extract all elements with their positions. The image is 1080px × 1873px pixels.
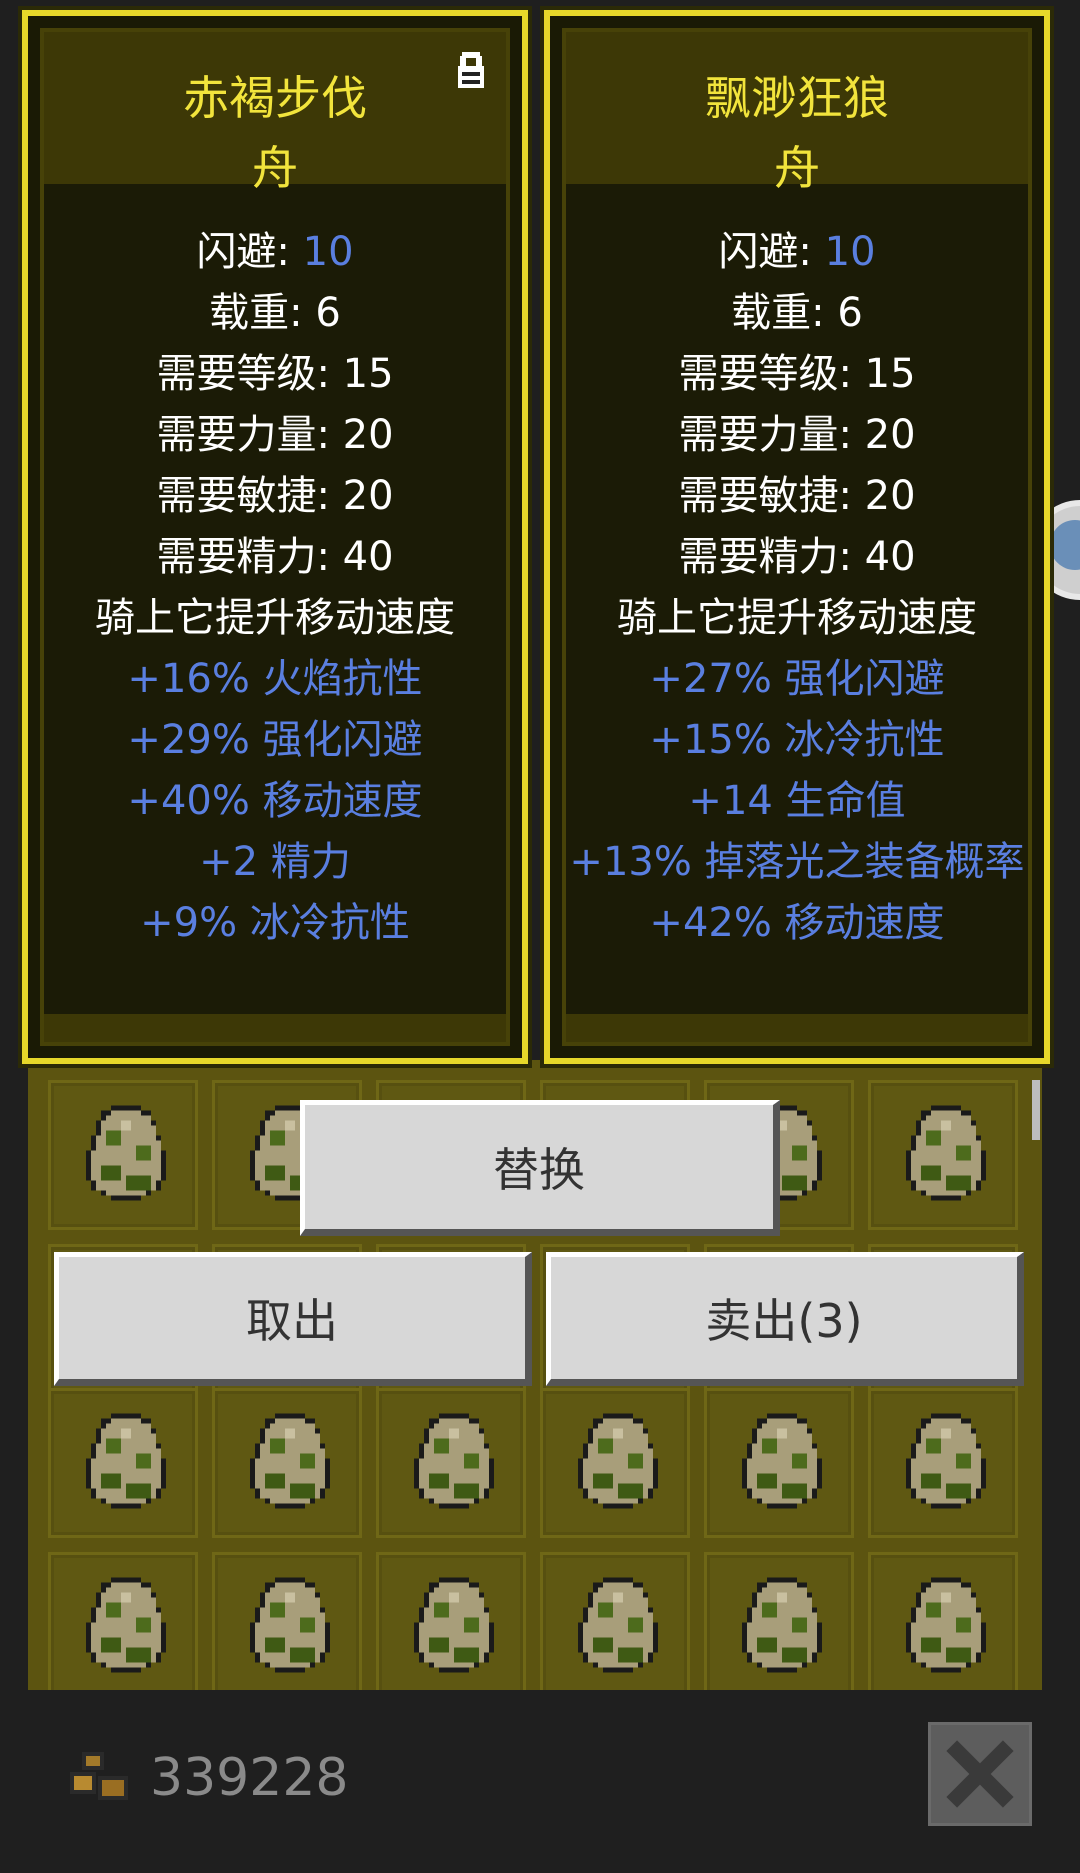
egg-icon xyxy=(578,1413,658,1509)
stat-line: 需要精力: 40 xyxy=(566,527,1028,588)
egg-icon xyxy=(906,1105,986,1201)
inventory-slot[interactable] xyxy=(704,1388,854,1538)
stat-line: 载重: 6 xyxy=(44,283,506,344)
inventory-slot[interactable] xyxy=(48,1080,198,1230)
inventory-slot[interactable] xyxy=(212,1552,362,1690)
replace-button[interactable]: 替换 xyxy=(300,1100,780,1236)
stat-label: 需要等级: 15 xyxy=(678,351,916,397)
gold-coins-icon xyxy=(70,1752,128,1800)
take-out-button[interactable]: 取出 xyxy=(54,1252,532,1386)
inventory-scrollbar[interactable] xyxy=(1032,1080,1040,1140)
inventory-slot[interactable] xyxy=(376,1552,526,1690)
stat-line: +16% 火焰抗性 xyxy=(44,649,506,710)
stat-label: 需要力量: 20 xyxy=(156,412,394,458)
stat-label: 需要精力: 40 xyxy=(156,534,394,580)
item-name: 飘渺狂狼 xyxy=(705,71,889,125)
item-card-new: 飘渺狂狼 舟 闪避: 10 载重: 6 需要等级: 15 需要力量: 20 需要敏捷: … xyxy=(544,10,1050,1064)
item-type: 舟 xyxy=(774,141,820,195)
stat-line: 需要力量: 20 xyxy=(44,405,506,466)
stat-line: +13% 掉落光之装备概率 xyxy=(566,832,1028,893)
egg-icon xyxy=(86,1413,166,1509)
item-card-equipped: 赤褐步伐 舟 闪避: 10 载重: 6 需要等级: 15 需要力量: 20 需要敏捷: … xyxy=(22,10,528,1064)
stat-label: 载重: 6 xyxy=(209,290,341,336)
stat-line: 需要力量: 20 xyxy=(566,405,1028,466)
cube-icon xyxy=(1050,520,1080,570)
stat-line: 需要等级: 15 xyxy=(44,344,506,405)
stat-label: +40% 移动速度 xyxy=(127,778,423,824)
item-stats: 闪避: 10 载重: 6 需要等级: 15 需要力量: 20 需要敏捷: 20 需要精力:… xyxy=(566,222,1028,954)
stat-line: +9% 冰冷抗性 xyxy=(44,893,506,954)
inventory-slot[interactable] xyxy=(868,1552,1018,1690)
stat-label: +14 生命值 xyxy=(688,778,906,824)
stat-label: 需要敏捷: 20 xyxy=(156,473,394,519)
stat-label: +42% 移动速度 xyxy=(649,900,945,946)
stat-line: +15% 冰冷抗性 xyxy=(566,710,1028,771)
stat-line: 需要等级: 15 xyxy=(566,344,1028,405)
inventory-slot[interactable] xyxy=(868,1388,1018,1538)
stat-line: 需要敏捷: 20 xyxy=(566,466,1028,527)
stat-line: +29% 强化闪避 xyxy=(44,710,506,771)
inventory-slot[interactable] xyxy=(376,1388,526,1538)
stat-line: +40% 移动速度 xyxy=(44,771,506,832)
item-name: 赤褐步伐 xyxy=(183,71,367,125)
stat-label: +9% 冰冷抗性 xyxy=(140,900,410,946)
egg-icon xyxy=(414,1413,494,1509)
egg-icon xyxy=(578,1577,658,1673)
stat-value: 10 xyxy=(824,229,876,275)
stat-label: 骑上它提升移动速度 xyxy=(617,595,977,641)
egg-icon xyxy=(250,1413,330,1509)
stat-line: 骑上它提升移动速度 xyxy=(44,588,506,649)
egg-icon xyxy=(906,1577,986,1673)
egg-icon xyxy=(742,1413,822,1509)
egg-icon xyxy=(742,1577,822,1673)
stat-label: 闪避: xyxy=(196,229,303,275)
stat-label: +2 精力 xyxy=(199,839,351,885)
item-type: 舟 xyxy=(252,141,298,195)
stat-label: +15% 冰冷抗性 xyxy=(649,717,945,763)
stat-label: +29% 强化闪避 xyxy=(127,717,423,763)
inventory-slot[interactable] xyxy=(540,1388,690,1538)
stat-label: +13% 掉落光之装备概率 xyxy=(569,839,1025,885)
stat-label: 需要等级: 15 xyxy=(156,351,394,397)
stat-line: +42% 移动速度 xyxy=(566,893,1028,954)
stat-line: 闪避: 10 xyxy=(44,222,506,283)
egg-icon xyxy=(86,1105,166,1201)
egg-icon xyxy=(86,1577,166,1673)
stat-label: 骑上它提升移动速度 xyxy=(95,595,455,641)
inventory-slot[interactable] xyxy=(868,1080,1018,1230)
stat-line: 闪避: 10 xyxy=(566,222,1028,283)
stat-label: 需要精力: 40 xyxy=(678,534,916,580)
stat-label: 需要力量: 20 xyxy=(678,412,916,458)
stat-line: +2 精力 xyxy=(44,832,506,893)
egg-icon xyxy=(250,1577,330,1673)
item-stats: 闪避: 10 载重: 6 需要等级: 15 需要力量: 20 需要敏捷: 20 需要精力:… xyxy=(44,222,506,954)
close-button[interactable] xyxy=(928,1722,1032,1826)
close-icon xyxy=(946,1740,1014,1808)
inventory-slot[interactable] xyxy=(48,1552,198,1690)
stat-line: 需要精力: 40 xyxy=(44,527,506,588)
stat-label: 载重: 6 xyxy=(731,290,863,336)
stat-line: 骑上它提升移动速度 xyxy=(566,588,1028,649)
inventory-slot[interactable] xyxy=(48,1388,198,1538)
inventory-slot[interactable] xyxy=(212,1388,362,1538)
stat-line: 载重: 6 xyxy=(566,283,1028,344)
stat-label: 需要敏捷: 20 xyxy=(678,473,916,519)
gold-amount: 339228 xyxy=(150,1748,349,1808)
stat-line: +14 生命值 xyxy=(566,771,1028,832)
stat-label: +27% 强化闪避 xyxy=(649,656,945,702)
egg-icon xyxy=(414,1577,494,1673)
inventory-slot[interactable] xyxy=(704,1552,854,1690)
stat-value: 10 xyxy=(302,229,354,275)
stat-line: 需要敏捷: 20 xyxy=(44,466,506,527)
egg-icon xyxy=(906,1413,986,1509)
stat-label: +16% 火焰抗性 xyxy=(127,656,423,702)
stat-line: +27% 强化闪避 xyxy=(566,649,1028,710)
inventory-slot[interactable] xyxy=(540,1552,690,1690)
sell-button[interactable]: 卖出(3) xyxy=(546,1252,1024,1386)
stat-label: 闪避: xyxy=(718,229,825,275)
lock-icon[interactable] xyxy=(454,50,488,90)
